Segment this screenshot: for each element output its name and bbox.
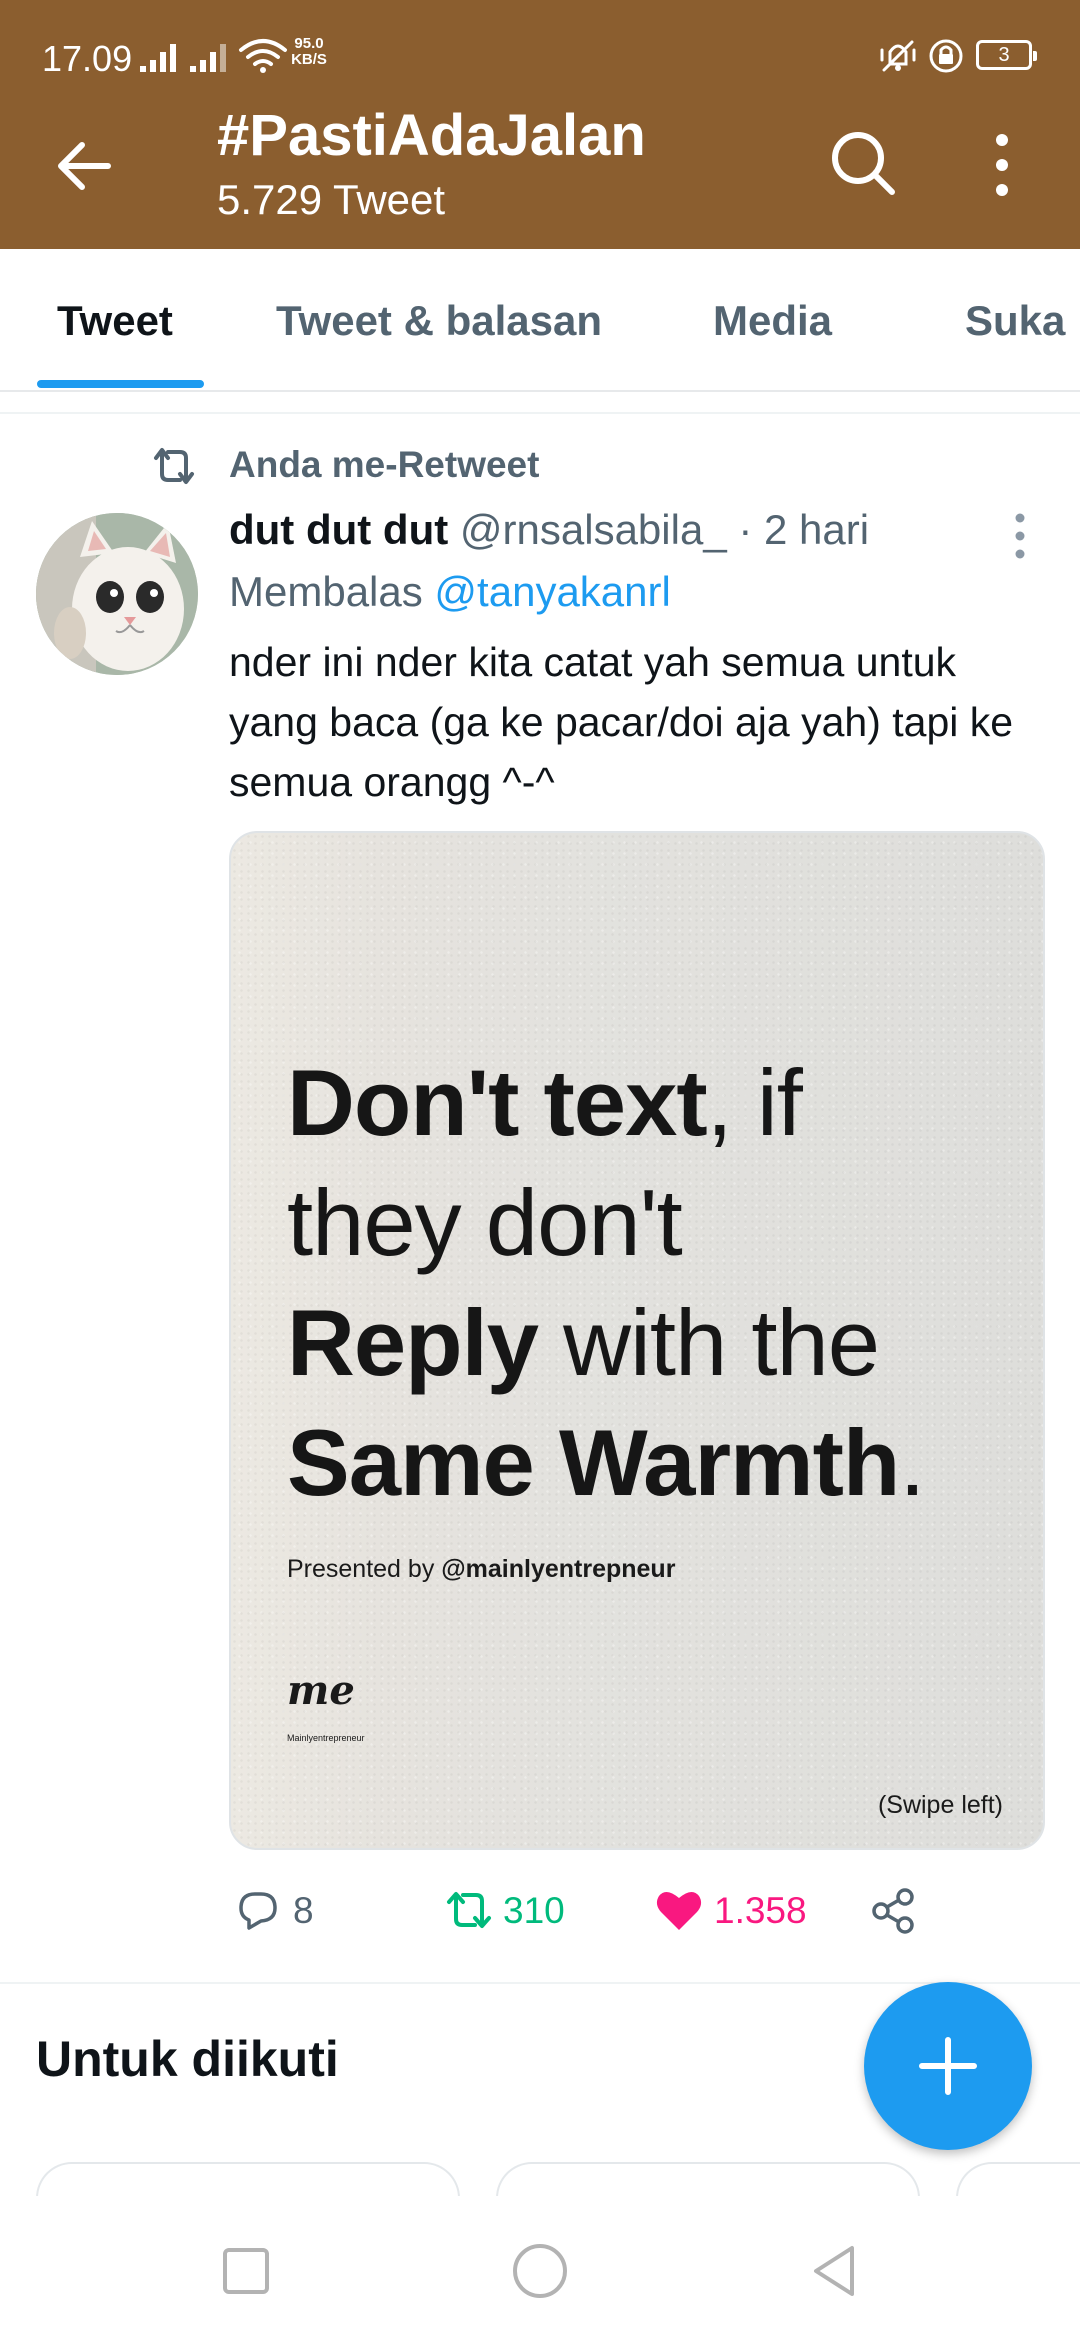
net-speed-unit: KB/S <box>291 51 327 68</box>
search-icon <box>832 132 895 195</box>
author-name[interactable]: dut dut dut <box>229 506 448 553</box>
tweet-text: nder ini nder kita catat yah semua untuk… <box>229 639 1014 805</box>
status-time: 17.09 <box>42 38 133 79</box>
retweet-notice-text: Anda me-Retweet <box>229 444 540 485</box>
me-logo: me <box>287 1667 355 1714</box>
lock-rotation-icon <box>928 38 964 74</box>
reply-handle-link[interactable]: @tanyakanrl <box>434 568 670 615</box>
tab-tweet-replies[interactable]: Tweet & balasan <box>276 297 602 345</box>
triangle-back-icon <box>814 2246 854 2296</box>
plus-icon <box>919 2037 977 2095</box>
recent-apps-button[interactable] <box>211 2236 281 2306</box>
quote-line2: they don't <box>287 1170 683 1275</box>
tweet-actions: 8 310 1.358 <box>229 1876 1049 1946</box>
reply-context: Membalas @tanyakanrl <box>229 568 671 616</box>
tab-active-indicator <box>37 380 204 388</box>
media-quote-text: Don't text, if they don't Reply with the… <box>287 1043 1027 1523</box>
who-to-follow-heading: Untuk diikuti <box>36 2031 339 2087</box>
back-button[interactable] <box>48 130 120 202</box>
media-credit-handle: @mainlyentrepneur <box>441 1555 676 1583</box>
avatar[interactable] <box>36 513 198 675</box>
quote-line3-rest: with the <box>537 1290 880 1395</box>
retweet-icon <box>447 1892 491 1928</box>
like-count: 1.358 <box>714 1890 807 1931</box>
circle-icon <box>513 2244 567 2298</box>
page-title: #PastiAdaJalan <box>217 103 646 168</box>
wifi-icon <box>238 36 288 74</box>
back-nav-button[interactable] <box>800 2236 870 2306</box>
me-logo-subtitle: Mainlyentrepreneur <box>287 1733 365 1743</box>
system-nav-bar <box>0 2196 1080 2340</box>
compose-tweet-button[interactable] <box>864 1982 1032 2150</box>
reply-prefix: Membalas <box>229 568 423 615</box>
retweet-button[interactable]: 310 <box>443 1876 593 1946</box>
search-button[interactable] <box>826 126 900 200</box>
home-button[interactable] <box>505 2236 575 2306</box>
arrow-left-icon <box>58 142 111 190</box>
quote-line1-bold: Don't text <box>287 1050 708 1155</box>
battery-indicator: 3 <box>976 40 1037 70</box>
signal-icon-2 <box>190 38 240 72</box>
net-speed: 95.0 KB/S <box>284 36 334 68</box>
more-vertical-icon <box>996 134 1008 196</box>
more-vertical-icon <box>1015 513 1025 559</box>
more-options-button[interactable] <box>985 130 1019 200</box>
divider <box>0 412 1080 414</box>
tweet-header: dut dut dut @rnsalsabila_ · 2 hari <box>229 506 989 562</box>
tab-bar: Tweet Tweet & balasan Media Suka <box>0 249 1080 392</box>
tweet-count: 5.729 Tweet <box>217 176 446 223</box>
swipe-hint: (Swipe left) <box>877 1791 1003 1819</box>
reply-count: 8 <box>293 1890 314 1931</box>
quote-line3-bold: Reply <box>287 1290 539 1395</box>
tab-tweet[interactable]: Tweet <box>57 297 173 345</box>
tweet-media-image[interactable]: Don't text, if they don't Reply with the… <box>229 831 1045 1850</box>
share-icon <box>872 1888 914 1934</box>
retweet-icon <box>154 448 194 484</box>
media-credit: Presented by @mainlyentrepneur <box>287 1555 675 1584</box>
heart-icon <box>656 1891 702 1930</box>
quote-line4-rest: . <box>899 1410 925 1515</box>
square-icon <box>223 2248 269 2294</box>
tweet-more-button[interactable] <box>1005 510 1035 562</box>
cat-avatar-image <box>36 513 198 675</box>
author-handle[interactable]: @rnsalsabila_ <box>460 506 727 553</box>
tab-likes[interactable]: Suka <box>965 297 1065 345</box>
reply-button[interactable]: 8 <box>233 1876 333 1946</box>
tab-media[interactable]: Media <box>713 297 832 345</box>
media-credit-prefix: Presented by <box>287 1555 442 1583</box>
quote-line4-bold: Same Warmth <box>287 1410 900 1515</box>
net-speed-value: 95.0 <box>294 35 324 52</box>
tweet-time: 2 hari <box>764 506 870 553</box>
reply-bubble-icon <box>239 1892 277 1930</box>
retweet-count: 310 <box>503 1890 565 1931</box>
separator: · <box>738 506 753 553</box>
quote-line1-rest: , if <box>706 1050 803 1155</box>
status-bar: 17.09 95.0 KB/S 3 <box>0 0 1080 110</box>
signal-icon <box>140 38 190 72</box>
share-button[interactable] <box>869 1876 929 1946</box>
like-button[interactable]: 1.358 <box>654 1876 844 1946</box>
app-header: 17.09 95.0 KB/S 3 #PastiAdaJalan 5.729 T… <box>0 0 1080 249</box>
vibrate-icon <box>878 38 918 74</box>
